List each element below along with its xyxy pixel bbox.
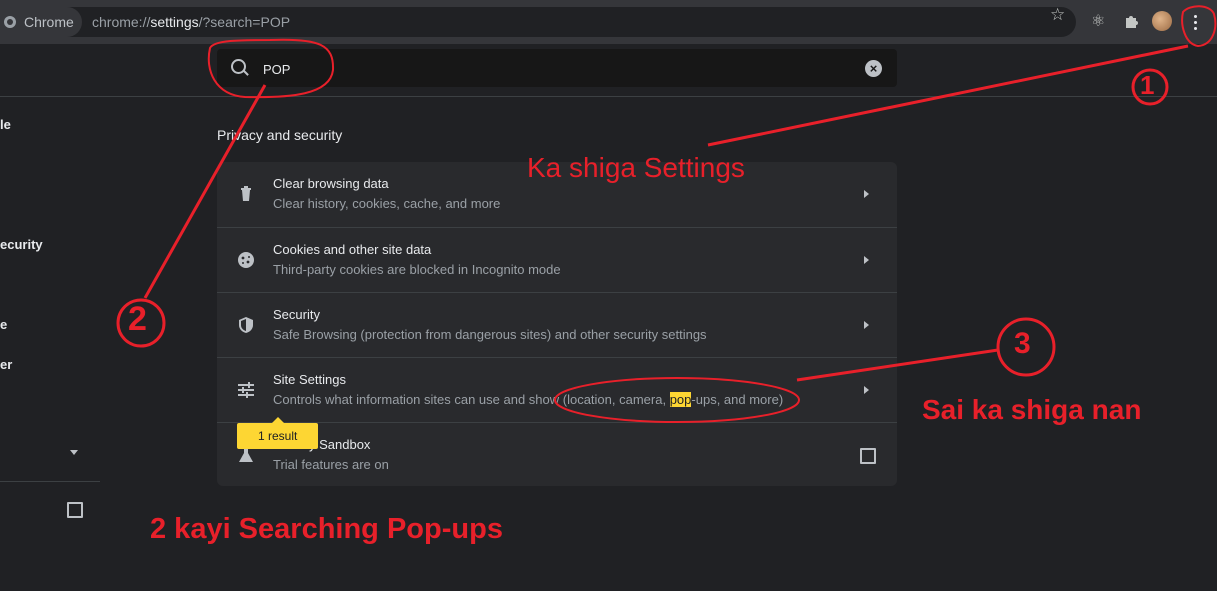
row-title: Clear browsing data bbox=[273, 176, 389, 191]
external-link-icon bbox=[860, 448, 876, 464]
sidebar-item-security[interactable]: ecurity bbox=[0, 237, 43, 252]
sliders-icon bbox=[238, 382, 254, 398]
chevron-right-icon bbox=[864, 321, 869, 329]
row-subtitle: Third-party cookies are blocked in Incog… bbox=[273, 262, 561, 277]
chrome-menu-icon[interactable] bbox=[1186, 10, 1204, 34]
row-title: y Sandbox bbox=[309, 437, 371, 452]
url-path: /?search=POP bbox=[198, 14, 291, 30]
annotation-settings-note: Ka shiga Settings bbox=[527, 152, 745, 183]
row-security[interactable]: Security Safe Browsing (protection from … bbox=[217, 292, 897, 358]
chrome-icon bbox=[4, 16, 16, 28]
subtitle-part: Controls what information sites can use … bbox=[273, 392, 670, 407]
row-subtitle: Safe Browsing (protection from dangerous… bbox=[273, 327, 707, 342]
subtitle-part: -ups, and more) bbox=[691, 392, 784, 407]
row-cookies[interactable]: Cookies and other site data Third-party … bbox=[217, 227, 897, 293]
chevron-right-icon bbox=[864, 190, 869, 198]
avatar[interactable] bbox=[1152, 11, 1172, 31]
sidebar-divider bbox=[0, 481, 100, 482]
annotation-number-3: 3 bbox=[1014, 327, 1031, 360]
row-site-settings[interactable]: Site Settings Controls what information … bbox=[217, 357, 897, 423]
chevron-right-icon bbox=[864, 386, 869, 394]
bookmark-star-icon[interactable]: ☆ bbox=[1050, 5, 1065, 25]
sidebar-item-1[interactable]: le bbox=[0, 117, 11, 132]
row-title: Cookies and other site data bbox=[273, 242, 432, 257]
sidebar-item-4[interactable]: er bbox=[0, 357, 12, 372]
clear-icon[interactable]: × bbox=[865, 60, 882, 77]
privacy-card: Clear browsing data Clear history, cooki… bbox=[217, 162, 897, 486]
annotation-enter-note: Sai ka shiga nan bbox=[922, 394, 1142, 425]
search-highlight: pop bbox=[669, 392, 692, 407]
row-title: Site Settings bbox=[273, 372, 346, 387]
settings-search: × bbox=[217, 49, 897, 89]
sidebar-item-3[interactable]: e bbox=[0, 317, 7, 332]
site-chip[interactable]: Chrome bbox=[0, 7, 82, 37]
react-devtools-icon[interactable]: ⚛ bbox=[1091, 11, 1105, 31]
search-result-bubble: 1 result bbox=[237, 417, 319, 449]
chevron-down-icon[interactable] bbox=[70, 450, 78, 455]
trash-icon bbox=[241, 186, 251, 201]
annotation-number-1: 1 bbox=[1140, 70, 1155, 100]
search-input[interactable] bbox=[261, 49, 825, 89]
section-title: Privacy and security bbox=[217, 127, 343, 143]
row-subtitle: Controls what information sites can use … bbox=[273, 392, 783, 407]
chevron-right-icon bbox=[864, 256, 869, 264]
annotation-search-note: 2 kayi Searching Pop-ups bbox=[150, 513, 503, 545]
url-prefix: chrome:// bbox=[92, 14, 151, 30]
url-text[interactable]: chrome://settings/?search=POP bbox=[92, 14, 290, 30]
url-host: settings bbox=[150, 14, 199, 30]
external-link-icon[interactable] bbox=[67, 502, 83, 518]
shield-icon bbox=[239, 317, 253, 333]
site-chip-label: Chrome bbox=[24, 14, 74, 30]
browser-toolbar: Chrome chrome://settings/?search=POP ☆ ⚛ bbox=[0, 0, 1217, 44]
row-title: Security bbox=[273, 307, 320, 322]
cookie-icon bbox=[238, 252, 254, 268]
header-divider bbox=[0, 96, 1217, 97]
annotation-number-2: 2 bbox=[128, 300, 147, 338]
row-privacy-sandbox[interactable]: y Sandbox Trial features are on 1 result bbox=[217, 417, 897, 488]
search-icon bbox=[231, 59, 246, 74]
omnibox[interactable]: Chrome chrome://settings/?search=POP bbox=[0, 7, 1076, 37]
row-subtitle: Trial features are on bbox=[273, 457, 389, 472]
row-subtitle: Clear history, cookies, cache, and more bbox=[273, 196, 501, 211]
extensions-icon[interactable] bbox=[1123, 13, 1139, 29]
